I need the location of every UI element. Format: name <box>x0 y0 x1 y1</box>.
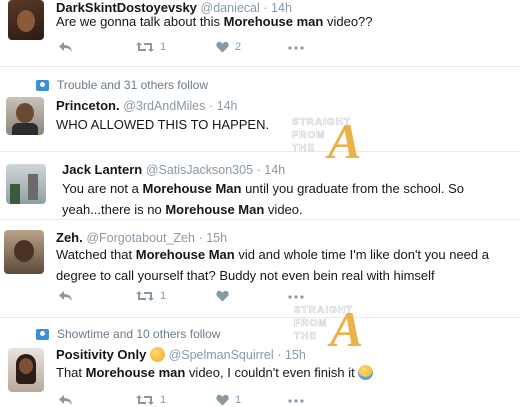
avatar[interactable] <box>6 164 46 204</box>
retweet-icon <box>136 42 154 52</box>
more-button[interactable] <box>288 295 304 299</box>
tweet-actions: 1 1 <box>58 394 318 407</box>
reply-button[interactable] <box>58 290 73 302</box>
tweet-4[interactable]: Zeh. @Forgotabout_Zeh · 15h Watched that… <box>0 220 520 316</box>
social-context-text[interactable]: Showtime and 10 others follow <box>57 327 220 341</box>
follow-icon <box>36 328 49 340</box>
avatar[interactable] <box>4 230 44 274</box>
reply-icon <box>59 291 72 301</box>
author-name[interactable]: Positivity Only <box>56 347 146 362</box>
retweet-count: 1 <box>160 290 167 302</box>
reply-button[interactable] <box>58 41 73 53</box>
tweet-1[interactable]: DarkSkintDostoyevsky @daniecal · 14h Are… <box>0 0 520 64</box>
crying-face-icon <box>358 365 374 380</box>
tweet-text: WHO ALLOWED THIS TO HAPPEN. <box>56 117 270 132</box>
author-name[interactable]: Princeton. <box>56 98 120 113</box>
retweet-button[interactable]: 1 <box>136 394 166 406</box>
retweet-button[interactable]: 1 <box>136 41 166 53</box>
avatar[interactable] <box>6 97 44 135</box>
more-icon <box>288 399 304 403</box>
more-button[interactable] <box>288 399 304 403</box>
author-name[interactable]: Zeh. <box>56 230 83 245</box>
timestamp[interactable]: · 15h <box>277 348 306 362</box>
tweet-text: Are we gonna talk about this Morehouse m… <box>56 14 373 29</box>
relieved-face-icon <box>149 347 165 362</box>
more-icon <box>288 46 304 50</box>
like-count: 2 <box>235 41 242 53</box>
more-button[interactable] <box>288 46 304 50</box>
follow-icon <box>36 79 49 91</box>
heart-icon <box>216 41 229 53</box>
tweet-actions: 1 <box>58 290 318 306</box>
author-handle[interactable]: @3rdAndMiles <box>123 99 205 113</box>
reply-icon <box>59 395 72 405</box>
timestamp[interactable]: · 15h <box>199 231 228 245</box>
like-button[interactable]: 1 <box>216 394 241 406</box>
tweet-text: Watched that Morehouse Man vid and whole… <box>56 247 489 283</box>
social-context: Showtime and 10 others follow <box>36 327 220 341</box>
timestamp[interactable]: · 14h <box>209 99 238 113</box>
retweet-count: 1 <box>160 41 167 53</box>
author-handle[interactable]: @SatisJackson305 <box>146 163 253 177</box>
social-context: Trouble and 31 others follow <box>36 78 208 92</box>
author-handle[interactable]: @SpelmanSquirrel <box>169 348 274 362</box>
avatar[interactable] <box>8 0 44 40</box>
tweet-3[interactable]: Jack Lantern @SatisJackson305 · 14h You … <box>0 152 520 218</box>
timestamp[interactable]: · 14h <box>257 163 286 177</box>
reply-button[interactable] <box>58 394 73 406</box>
heart-icon <box>216 290 229 302</box>
like-button[interactable] <box>216 290 229 302</box>
like-count: 1 <box>235 394 242 406</box>
author-handle[interactable]: @Forgotabout_Zeh <box>86 231 195 245</box>
tweet-5[interactable]: Showtime and 10 others follow Positivity… <box>0 318 520 407</box>
like-button[interactable]: 2 <box>216 41 241 53</box>
tweet-actions: 1 2 <box>58 41 318 57</box>
social-context-text[interactable]: Trouble and 31 others follow <box>57 78 208 92</box>
tweet-text: That Morehouse man video, I couldn't eve… <box>56 362 374 383</box>
tweet-2[interactable]: Trouble and 31 others follow Princeton. … <box>0 67 520 150</box>
more-icon <box>288 295 304 299</box>
avatar[interactable] <box>8 348 44 392</box>
retweet-count: 1 <box>160 394 167 406</box>
tweet-text: You are not a Morehouse Man until you gr… <box>62 181 465 217</box>
reply-icon <box>59 42 72 52</box>
author-name[interactable]: Jack Lantern <box>62 162 142 177</box>
retweet-icon <box>136 291 154 301</box>
heart-icon <box>216 394 229 406</box>
retweet-icon <box>136 395 154 405</box>
retweet-button[interactable]: 1 <box>136 290 166 302</box>
